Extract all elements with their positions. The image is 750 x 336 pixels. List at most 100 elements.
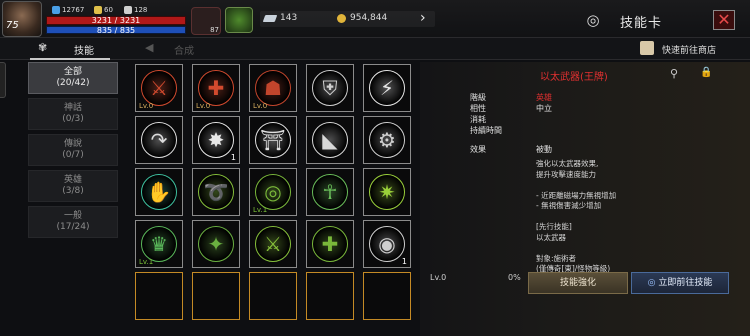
- go-to-skill-button[interactable]: ◎ 立即前往技能: [631, 272, 729, 294]
- gold-coin-icon: [337, 14, 346, 23]
- skill-card[interactable]: ✷: [363, 168, 411, 216]
- skill-card[interactable]: ☥: [306, 168, 354, 216]
- skill-card[interactable]: ⚡: [363, 64, 411, 112]
- search-icon[interactable]: ⚲: [670, 67, 678, 80]
- sidebar-item-label: 一般: [63, 211, 82, 221]
- upgrade-skill-button[interactable]: 技能強化: [528, 272, 628, 294]
- close-button[interactable]: ✕: [713, 10, 735, 30]
- skill-card[interactable]: ◣: [306, 116, 354, 164]
- stat-power: 128: [124, 6, 147, 14]
- skill-card-partial[interactable]: [192, 272, 240, 320]
- go-to-skill-label: 立即前往技能: [658, 278, 713, 288]
- tab-skills[interactable]: 技能: [74, 42, 94, 57]
- skill-card[interactable]: ✸ 1: [192, 116, 240, 164]
- quick-shop-link[interactable]: 快速前往商店: [662, 43, 716, 56]
- currency-gold: 954,844: [350, 13, 388, 23]
- player-level: 75: [6, 20, 19, 31]
- skill-card[interactable]: ⚔: [249, 220, 297, 268]
- skill-progress: 0%: [508, 273, 521, 282]
- shield-heart-icon: ⛨: [312, 70, 348, 106]
- sidebar-item-all[interactable]: 全部 (20/42): [28, 62, 118, 94]
- sidebar-item-label: 傳說: [63, 139, 82, 149]
- skill-detail-panel: 以太武器(王牌) ⚲ 🔒 階級 英雄 相性 中立 消耗 持續時間 效果 被動 強…: [420, 62, 750, 336]
- sidebar-item-count: (0/3): [62, 114, 84, 124]
- compass-cross-icon: ✚: [198, 70, 234, 106]
- skill-card[interactable]: ↷: [135, 116, 183, 164]
- avatar[interactable]: [2, 1, 42, 37]
- sidebar-item-count: (20/42): [56, 78, 90, 88]
- sidebar-item-hero[interactable]: 英雄 (3/8): [28, 170, 118, 202]
- effect-value: 被動: [536, 145, 552, 154]
- sidebar-item-count: (17/24): [56, 222, 90, 232]
- altar-icon: ⛩: [255, 122, 291, 158]
- skill-card-partial[interactable]: [306, 272, 354, 320]
- description-line: 提升攻擊速度能力: [536, 169, 596, 179]
- stat-attack: 12767: [52, 6, 84, 14]
- combine-tab-icon: ◀: [145, 41, 154, 54]
- card-count: 1: [230, 153, 236, 162]
- active-tab-indicator: [30, 58, 110, 60]
- card-level: Lv.1: [253, 206, 268, 214]
- description-line: [先行技能]: [536, 222, 572, 231]
- card-level: Lv.0: [139, 102, 154, 110]
- currency-wings: 143: [280, 13, 298, 23]
- attr-value: 中立: [536, 104, 552, 113]
- shop-icon[interactable]: [640, 41, 654, 55]
- tab-bar: ✾ 技能 ◀ 合成 快速前往商店: [0, 38, 750, 60]
- potion-count: 87: [210, 26, 219, 34]
- card-level: Lv.0: [253, 102, 268, 110]
- skill-card-partial[interactable]: [363, 272, 411, 320]
- grade-value: 英雄: [536, 93, 552, 102]
- leaf-skill-button[interactable]: [225, 7, 253, 33]
- card-count: 1: [401, 257, 407, 266]
- side-drawer-handle[interactable]: [0, 62, 6, 98]
- card-level: Lv.0: [196, 102, 211, 110]
- skill-card[interactable]: ⚙: [363, 116, 411, 164]
- skill-card[interactable]: ➰: [192, 168, 240, 216]
- skills-tab-icon: ✾: [38, 41, 48, 54]
- skill-card[interactable]: ⛨: [306, 64, 354, 112]
- sword-swing-icon: ⚔: [141, 70, 177, 106]
- skill-card[interactable]: ♛ Lv.1: [135, 220, 183, 268]
- tab-combine[interactable]: 合成: [174, 42, 194, 57]
- category-sidebar: 全部 (20/42) 神話 (0/3) 傳說 (0/7) 英雄 (3/8) 一般 (17/…: [28, 62, 120, 242]
- sidebar-item-common[interactable]: 一般 (17/24): [28, 206, 118, 238]
- lightning-icon: ⚡: [369, 70, 405, 106]
- skill-card[interactable]: ☗ Lv.0: [249, 64, 297, 112]
- skill-card-partial[interactable]: [135, 272, 183, 320]
- go-icon: ◎: [647, 278, 659, 288]
- figure-aura-icon: ☥: [312, 174, 348, 210]
- sidebar-item-mythic[interactable]: 神話 (0/3): [28, 98, 118, 130]
- currency-expand-icon[interactable]: ›: [420, 10, 426, 26]
- page-title: 技能卡: [620, 16, 663, 31]
- potion-button[interactable]: 87: [191, 7, 221, 35]
- skill-card[interactable]: ⚔ Lv.0: [135, 64, 183, 112]
- skill-card[interactable]: ✦: [192, 220, 240, 268]
- cost-label: 消耗: [470, 115, 486, 124]
- card-level: Lv.1: [139, 258, 154, 266]
- grade-label: 階級: [470, 93, 486, 102]
- skill-card[interactable]: ✚: [306, 220, 354, 268]
- sidebar-item-legend[interactable]: 傳說 (0/7): [28, 134, 118, 166]
- lock-icon[interactable]: 🔒: [700, 67, 712, 78]
- duration-label: 持續時間: [470, 126, 502, 135]
- top-hud: 75 12767 60 128 3231 / 3231 835 / 835 87…: [0, 0, 750, 38]
- description-line: 以太武器: [536, 232, 566, 242]
- skill-card[interactable]: ⛩: [249, 116, 297, 164]
- skill-card[interactable]: ◎ Lv.1: [249, 168, 297, 216]
- skill-card-grid: ⚔ Lv.0 ✚ Lv.0 ☗ Lv.0 ⛨ ⚡ ↷ ✸ 1 ⛩ ◣ ⚙ ✋ ➰ ◎ Lv.1 ☥ ✷ ♛ Lv.1 ✦ ⚔ ✚…: [133, 64, 415, 336]
- description-line: - 近距離磁場力無視增加: [536, 190, 617, 200]
- curved-arrow-icon: ↷: [141, 122, 177, 158]
- skill-card[interactable]: ✚ Lv.0: [192, 64, 240, 112]
- hand-blade-icon: ✋: [141, 174, 177, 210]
- stat-pen: 60: [94, 6, 113, 14]
- gear-skull-icon: ⚙: [369, 122, 405, 158]
- skill-name: 以太武器(王牌): [540, 72, 608, 83]
- sidebar-item-count: (3/8): [62, 186, 84, 196]
- description-line: 對象:施術者: [536, 253, 577, 263]
- skill-card[interactable]: ◉ 1: [363, 220, 411, 268]
- skill-card[interactable]: ✋: [135, 168, 183, 216]
- skill-card-icon: ◎: [586, 11, 600, 29]
- skill-card-partial[interactable]: [249, 272, 297, 320]
- spiral-arrow-icon: ➰: [198, 174, 234, 210]
